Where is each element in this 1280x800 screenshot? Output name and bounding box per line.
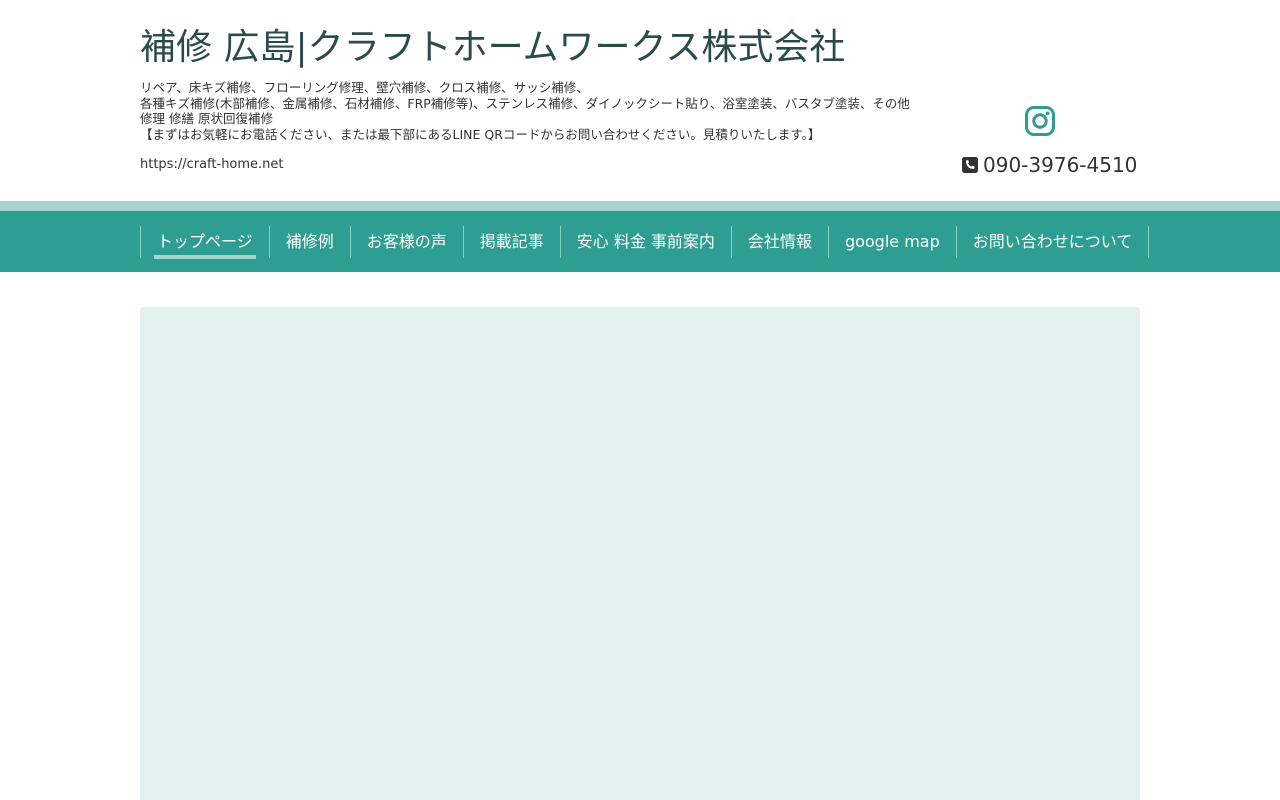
header-divider-band	[0, 201, 1280, 211]
nav-link-pricing[interactable]: 安心 料金 事前案内	[577, 232, 715, 252]
nav-link-google-map[interactable]: google map	[845, 232, 940, 252]
description-line-3: 【まずはお気軽にお電話ください、または最下部にあるLINE QRコードからお問い…	[140, 126, 821, 142]
nav-item-contact[interactable]: お問い合わせについて	[957, 226, 1150, 258]
description-line-2: 各種キズ補修(木部補修、金属補修、石材補修、FRP補修等)、ステンレス補修、ダイ…	[140, 95, 910, 127]
global-navigation: トップページ 補修例 お客様の声 掲載記事 安心 料金 事前案内 会社情報 go…	[0, 211, 1280, 272]
site-header: 補修 広島|クラフトホームワークス株式会社 リペア、床キズ補修、フローリング修理…	[0, 0, 1280, 201]
phone-square-icon	[962, 157, 978, 173]
nav-item-articles[interactable]: 掲載記事	[464, 226, 561, 258]
nav-item-repair-examples[interactable]: 補修例	[270, 226, 351, 258]
nav-item-google-map[interactable]: google map	[829, 226, 957, 258]
nav-link-customer-voices[interactable]: お客様の声	[367, 232, 447, 252]
nav-link-top[interactable]: トップページ	[157, 232, 253, 252]
nav-item-company[interactable]: 会社情報	[732, 226, 829, 258]
site-title[interactable]: 補修 広島|クラフトホームワークス株式会社	[140, 26, 845, 70]
nav-list: トップページ 補修例 お客様の声 掲載記事 安心 料金 事前案内 会社情報 go…	[140, 226, 1150, 259]
nav-item-customer-voices[interactable]: お客様の声	[351, 226, 464, 258]
nav-item-top[interactable]: トップページ	[141, 226, 270, 259]
nav-link-articles[interactable]: 掲載記事	[480, 232, 544, 252]
nav-link-contact[interactable]: お問い合わせについて	[973, 232, 1133, 252]
nav-link-company[interactable]: 会社情報	[748, 232, 812, 252]
phone-number: 090-3976-4510	[983, 153, 1138, 177]
instagram-icon[interactable]	[1024, 105, 1056, 137]
site-url[interactable]: https://craft-home.net	[140, 157, 284, 172]
nav-link-repair-examples[interactable]: 補修例	[286, 232, 334, 252]
site-description: リペア、床キズ補修、フローリング修理、壁穴補修、クロス補修、サッシ補修、 各種キ…	[140, 80, 920, 142]
phone-contact[interactable]: 090-3976-4510	[962, 152, 1137, 178]
description-line-1: リペア、床キズ補修、フローリング修理、壁穴補修、クロス補修、サッシ補修、	[140, 80, 589, 95]
hero-slideshow-area	[140, 307, 1140, 800]
nav-item-pricing[interactable]: 安心 料金 事前案内	[561, 226, 732, 258]
